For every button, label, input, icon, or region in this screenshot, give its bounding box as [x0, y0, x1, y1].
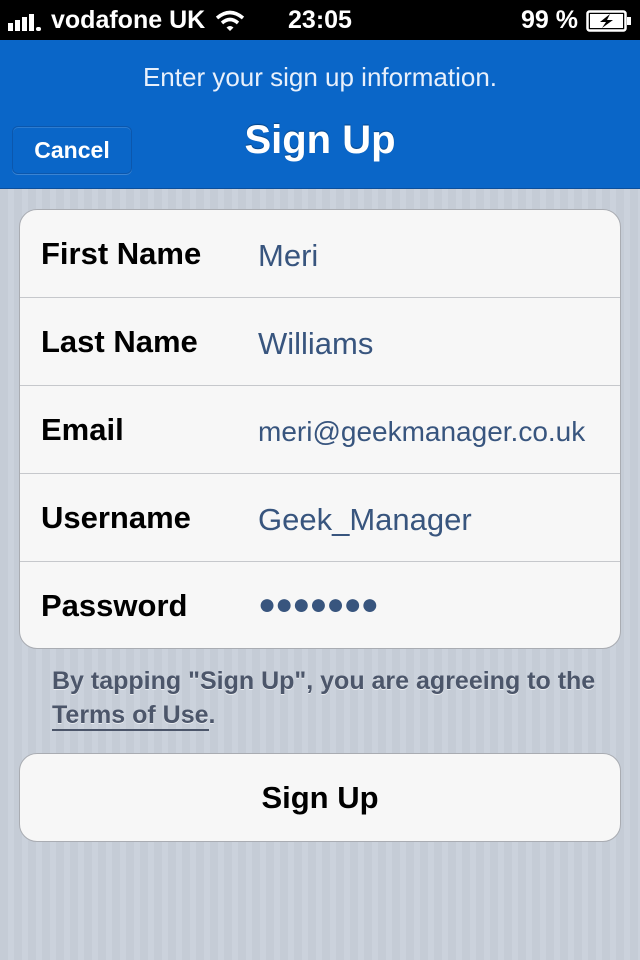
- first-name-field[interactable]: Meri: [258, 238, 602, 274]
- terms-text-end: .: [208, 701, 216, 729]
- username-row[interactable]: Username Geek_Manager: [20, 474, 620, 562]
- sign-up-button[interactable]: Sign Up: [19, 753, 621, 842]
- nav-prompt: Enter your sign up information.: [142, 62, 498, 92]
- password-field[interactable]: ●●●●●●●: [258, 588, 602, 622]
- first-name-row[interactable]: First Name Meri: [20, 210, 620, 298]
- password-label: Password: [41, 588, 188, 623]
- last-name-field[interactable]: Williams: [258, 326, 602, 362]
- last-name-row[interactable]: Last Name Williams: [20, 298, 620, 386]
- battery-percentage: 99 %: [521, 6, 578, 34]
- username-label: Username: [41, 500, 191, 535]
- email-row[interactable]: Email meri@geekmanager.co.uk: [20, 386, 620, 474]
- navigation-bar: Enter your sign up information. Cancel S…: [0, 40, 640, 189]
- page-title: Sign Up: [244, 118, 396, 162]
- last-name-label: Last Name: [41, 324, 198, 359]
- signup-form: First Name Meri Last Name Williams Email…: [19, 209, 621, 649]
- terms-notice: By tapping "Sign Up", you are agreeing t…: [52, 664, 612, 732]
- status-right: 99 %: [521, 6, 632, 35]
- email-field[interactable]: meri@geekmanager.co.uk: [258, 416, 602, 448]
- email-label: Email: [41, 412, 124, 447]
- terms-of-use-link[interactable]: Terms of Use: [52, 701, 209, 731]
- terms-text: By tapping "Sign Up", you are agreeing t…: [52, 667, 596, 695]
- battery-charging-icon: [586, 9, 631, 32]
- status-bar: vodafone UK 23:05 99 %: [0, 0, 640, 40]
- password-row[interactable]: Password ●●●●●●●: [20, 562, 620, 648]
- first-name-label: First Name: [41, 236, 202, 271]
- username-field[interactable]: Geek_Manager: [258, 502, 602, 538]
